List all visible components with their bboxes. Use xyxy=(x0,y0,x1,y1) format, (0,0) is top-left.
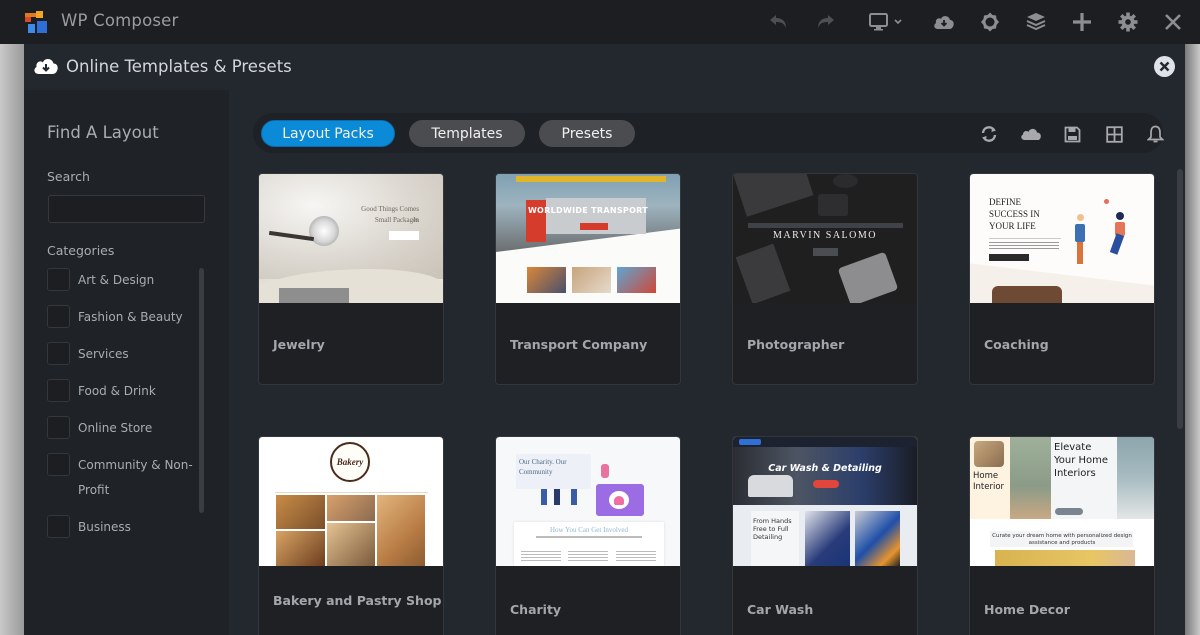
layout-card-car-wash[interactable]: Car Wash & Detailing From Hands Free to … xyxy=(732,436,918,635)
category-label: Online Store xyxy=(78,421,153,435)
card-thumbnail: DEFINE SUCCESS IN YOUR LIFE xyxy=(970,174,1154,303)
sidebar-scrollbar[interactable] xyxy=(199,268,204,513)
thumb-text: Car Wash & Detailing xyxy=(768,463,882,474)
card-title: Car Wash xyxy=(747,602,814,617)
tab-templates[interactable]: Templates xyxy=(409,120,525,147)
card-title: Coaching xyxy=(984,337,1049,352)
category-art-design[interactable]: Art & Design xyxy=(47,268,198,293)
app-toolbar: WP Composer xyxy=(0,0,1200,44)
card-title: Transport Company xyxy=(510,337,648,352)
card-title: Jewelry xyxy=(273,337,325,352)
card-thumbnail: WORLDWIDE TRANSPORT xyxy=(496,174,680,303)
search-input[interactable] xyxy=(48,195,205,223)
category-food-drink[interactable]: Food & Drink xyxy=(47,379,198,404)
brightness-icon[interactable] xyxy=(978,10,1002,34)
modal-header: Online Templates & Presets xyxy=(24,44,1185,90)
grid-icon[interactable] xyxy=(1103,123,1125,145)
app-logo-icon xyxy=(23,9,49,35)
category-checkbox[interactable] xyxy=(47,453,70,476)
tabs-bar: Layout Packs Templates Presets xyxy=(253,113,1166,153)
thumb-text: Curate your dream home with personalized… xyxy=(992,533,1132,546)
thumb-text: Elevate Your Home Interiors xyxy=(1054,442,1109,479)
device-preview-dropdown[interactable] xyxy=(867,10,907,34)
close-icon[interactable] xyxy=(1161,10,1185,34)
gear-icon[interactable] xyxy=(1116,10,1140,34)
category-list: Art & Design Fashion & Beauty Services F… xyxy=(47,268,207,580)
background-left xyxy=(0,44,24,635)
refresh-icon[interactable] xyxy=(978,123,1000,145)
layout-card-photographer[interactable]: MARVIN SALOMO Photographer xyxy=(732,173,918,385)
category-label: Fashion & Beauty xyxy=(78,310,183,324)
card-thumbnail: MARVIN SALOMO xyxy=(733,174,917,303)
category-label: Business xyxy=(78,520,131,534)
category-fashion-beauty[interactable]: Fashion & Beauty xyxy=(47,305,198,330)
thumb-text: SUCCESS IN xyxy=(989,209,1040,219)
thumb-text: DEFINE xyxy=(989,197,1021,207)
modal-title: Online Templates & Presets xyxy=(66,57,292,76)
undo-icon[interactable] xyxy=(767,10,791,34)
category-checkbox[interactable] xyxy=(47,268,70,291)
background-right xyxy=(1185,44,1200,635)
card-thumbnail: Bakery xyxy=(259,437,443,566)
thumb-text: Home Interior xyxy=(973,471,1005,492)
sidebar-title: Find A Layout xyxy=(47,123,159,142)
thumb-text: WORLDWIDE TRANSPORT xyxy=(527,206,649,215)
grid-scrollbar[interactable] xyxy=(1177,169,1183,429)
cloud-download-icon[interactable] xyxy=(932,10,956,34)
category-business[interactable]: Business xyxy=(47,515,198,540)
layout-card-coaching[interactable]: DEFINE SUCCESS IN YOUR LIFE Coaching xyxy=(969,173,1155,385)
category-label: Community & Non-Profit xyxy=(78,458,193,497)
plus-icon[interactable] xyxy=(1070,10,1094,34)
bell-icon[interactable] xyxy=(1144,123,1166,145)
category-online-store[interactable]: Online Store xyxy=(47,416,198,441)
thumb-text: Bakery xyxy=(330,442,370,482)
category-checkbox[interactable] xyxy=(47,305,70,328)
categories-label: Categories xyxy=(47,243,115,258)
card-title: Home Decor xyxy=(984,602,1070,617)
category-checkbox[interactable] xyxy=(47,379,70,402)
category-checkbox[interactable] xyxy=(47,416,70,439)
thumb-text: How You Can Get Involved xyxy=(550,526,628,534)
thumb-text: Our Charity. Our Community xyxy=(519,458,567,476)
layout-card-jewelry[interactable]: Good Things Comes In Small Packages Jewe… xyxy=(258,173,444,385)
card-title: Charity xyxy=(510,602,562,617)
card-title: Photographer xyxy=(747,337,845,352)
cloud-download-icon xyxy=(33,56,59,80)
app-title: WP Composer xyxy=(61,11,179,30)
category-community-nonprofit[interactable]: Community & Non-Profit xyxy=(47,453,198,503)
layout-card-transport-company[interactable]: WORLDWIDE TRANSPORT Transport Company xyxy=(495,173,681,385)
layout-card-home-decor[interactable]: Home Interior Elevate Your Home Interior… xyxy=(969,436,1155,635)
card-thumbnail: Our Charity. Our Community How You Can G… xyxy=(496,437,680,566)
thumb-text: YOUR LIFE xyxy=(989,221,1036,231)
modal-close-button[interactable] xyxy=(1154,56,1175,77)
redo-icon[interactable] xyxy=(813,10,837,34)
category-label: Art & Design xyxy=(78,273,155,287)
layout-card-charity[interactable]: Our Charity. Our Community How You Can G… xyxy=(495,436,681,635)
card-thumbnail: Car Wash & Detailing From Hands Free to … xyxy=(733,437,917,566)
layers-icon[interactable] xyxy=(1024,10,1048,34)
card-thumbnail: Home Interior Elevate Your Home Interior… xyxy=(970,437,1154,566)
thumb-text: MARVIN SALOMO xyxy=(773,230,877,241)
thumb-text: Small Packages xyxy=(374,216,419,224)
category-checkbox[interactable] xyxy=(47,515,70,538)
save-icon[interactable] xyxy=(1061,123,1083,145)
tab-layout-packs[interactable]: Layout Packs xyxy=(261,120,395,147)
search-label: Search xyxy=(47,169,90,184)
category-label: Services xyxy=(78,347,129,361)
card-title: Bakery and Pastry Shop xyxy=(273,593,442,608)
card-thumbnail: Good Things Comes In Small Packages xyxy=(259,174,443,303)
filter-sidebar: Find A Layout Search Categories Art & De… xyxy=(24,90,229,635)
templates-modal: Online Templates & Presets Find A Layout… xyxy=(24,44,1185,635)
category-label: Food & Drink xyxy=(78,384,156,398)
tab-presets[interactable]: Presets xyxy=(539,120,635,147)
category-services[interactable]: Services xyxy=(47,342,198,367)
layout-card-bakery-pastry-shop[interactable]: Bakery Bakery and Pastry Shop xyxy=(258,436,444,635)
cloud-icon[interactable] xyxy=(1020,123,1042,145)
thumb-text: From Hands Free to Full Detailing xyxy=(753,517,792,541)
category-checkbox[interactable] xyxy=(47,342,70,365)
